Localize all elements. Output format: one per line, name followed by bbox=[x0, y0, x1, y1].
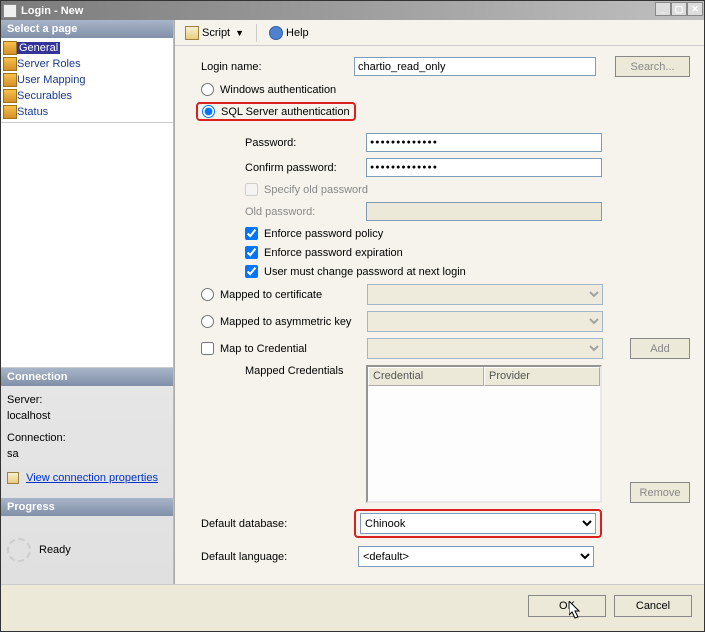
progress-heading: Progress bbox=[1, 498, 173, 516]
enforce-expiration-checkbox[interactable] bbox=[245, 246, 258, 259]
provider-column[interactable]: Provider bbox=[484, 367, 600, 386]
sql-auth-label: SQL Server authentication bbox=[221, 106, 350, 118]
mapped-creds-label: Mapped Credentials bbox=[245, 365, 366, 377]
specify-old-label: Specify old password bbox=[264, 184, 368, 196]
progress-icon bbox=[7, 538, 31, 562]
mapped-cert-radio[interactable] bbox=[201, 288, 214, 301]
window-icon bbox=[3, 4, 17, 18]
dialog-footer: OK Cancel bbox=[1, 584, 704, 630]
server-label: Server: bbox=[7, 394, 167, 406]
sidebar: Select a page General Server Roles User … bbox=[1, 20, 174, 584]
old-password-label: Old password: bbox=[245, 206, 366, 218]
progress-status: Ready bbox=[39, 544, 71, 556]
script-button[interactable]: Script ▼ bbox=[181, 24, 248, 42]
map-cred-checkbox[interactable] bbox=[201, 342, 214, 355]
sidebar-item-general[interactable]: General bbox=[1, 40, 173, 56]
enforce-expiration-label: Enforce password expiration bbox=[264, 247, 403, 259]
minimize-button[interactable]: _ bbox=[655, 2, 671, 16]
ok-button[interactable]: OK bbox=[528, 595, 606, 617]
enforce-policy-label: Enforce password policy bbox=[264, 228, 383, 240]
windows-auth-radio[interactable] bbox=[201, 83, 214, 96]
mapped-asym-select bbox=[367, 311, 603, 332]
credential-column[interactable]: Credential bbox=[368, 367, 484, 386]
dropdown-caret-icon: ▼ bbox=[235, 28, 244, 38]
connection-heading: Connection bbox=[1, 368, 173, 386]
sidebar-item-securables[interactable]: Securables bbox=[1, 88, 173, 104]
login-name-input[interactable] bbox=[354, 57, 596, 76]
sidebar-item-server-roles[interactable]: Server Roles bbox=[1, 56, 173, 72]
default-lang-select[interactable]: <default> bbox=[358, 546, 594, 567]
toolbar: Script ▼ Help bbox=[175, 20, 704, 46]
sidebar-item-status[interactable]: Status bbox=[1, 104, 173, 120]
mapped-credentials-table: Credential Provider bbox=[366, 365, 602, 503]
sql-auth-radio[interactable] bbox=[202, 105, 215, 118]
old-password-input bbox=[366, 202, 602, 221]
default-db-select[interactable]: Chinook bbox=[360, 513, 596, 534]
map-cred-select bbox=[367, 338, 603, 359]
map-cred-label: Map to Credential bbox=[220, 343, 367, 355]
connection-value: sa bbox=[7, 448, 167, 460]
password-input[interactable] bbox=[366, 133, 602, 152]
cancel-button[interactable]: Cancel bbox=[614, 595, 692, 617]
close-button[interactable]: ✕ bbox=[687, 2, 703, 16]
maximize-button[interactable]: ▢ bbox=[671, 2, 687, 16]
add-button: Add bbox=[630, 338, 690, 359]
mapped-cert-select bbox=[367, 284, 603, 305]
sidebar-item-user-mapping[interactable]: User Mapping bbox=[1, 72, 173, 88]
enforce-policy-checkbox[interactable] bbox=[245, 227, 258, 240]
mapped-asym-label: Mapped to asymmetric key bbox=[220, 316, 367, 328]
specify-old-checkbox bbox=[245, 183, 258, 196]
help-icon bbox=[269, 26, 283, 40]
server-value: localhost bbox=[7, 410, 167, 422]
view-connection-properties-link[interactable]: View connection properties bbox=[26, 472, 158, 484]
help-button[interactable]: Help bbox=[265, 24, 313, 42]
confirm-password-input[interactable] bbox=[366, 158, 602, 177]
connection-label: Connection: bbox=[7, 432, 167, 444]
windows-auth-label: Windows authentication bbox=[220, 84, 336, 96]
confirm-password-label: Confirm password: bbox=[245, 162, 366, 174]
default-lang-label: Default language: bbox=[189, 551, 354, 563]
search-button[interactable]: Search... bbox=[615, 56, 690, 77]
password-label: Password: bbox=[245, 137, 366, 149]
script-icon bbox=[185, 26, 199, 40]
login-name-label: Login name: bbox=[189, 61, 354, 73]
select-page-heading: Select a page bbox=[1, 20, 173, 38]
remove-button: Remove bbox=[630, 482, 690, 503]
default-db-label: Default database: bbox=[189, 518, 354, 530]
must-change-checkbox[interactable] bbox=[245, 265, 258, 278]
must-change-label: User must change password at next login bbox=[264, 266, 466, 278]
properties-icon bbox=[7, 472, 19, 484]
mapped-cert-label: Mapped to certificate bbox=[220, 289, 367, 301]
mapped-asym-radio[interactable] bbox=[201, 315, 214, 328]
window-title: Login - New bbox=[21, 5, 83, 17]
title-bar: Login - New _ ▢ ✕ bbox=[1, 1, 704, 20]
